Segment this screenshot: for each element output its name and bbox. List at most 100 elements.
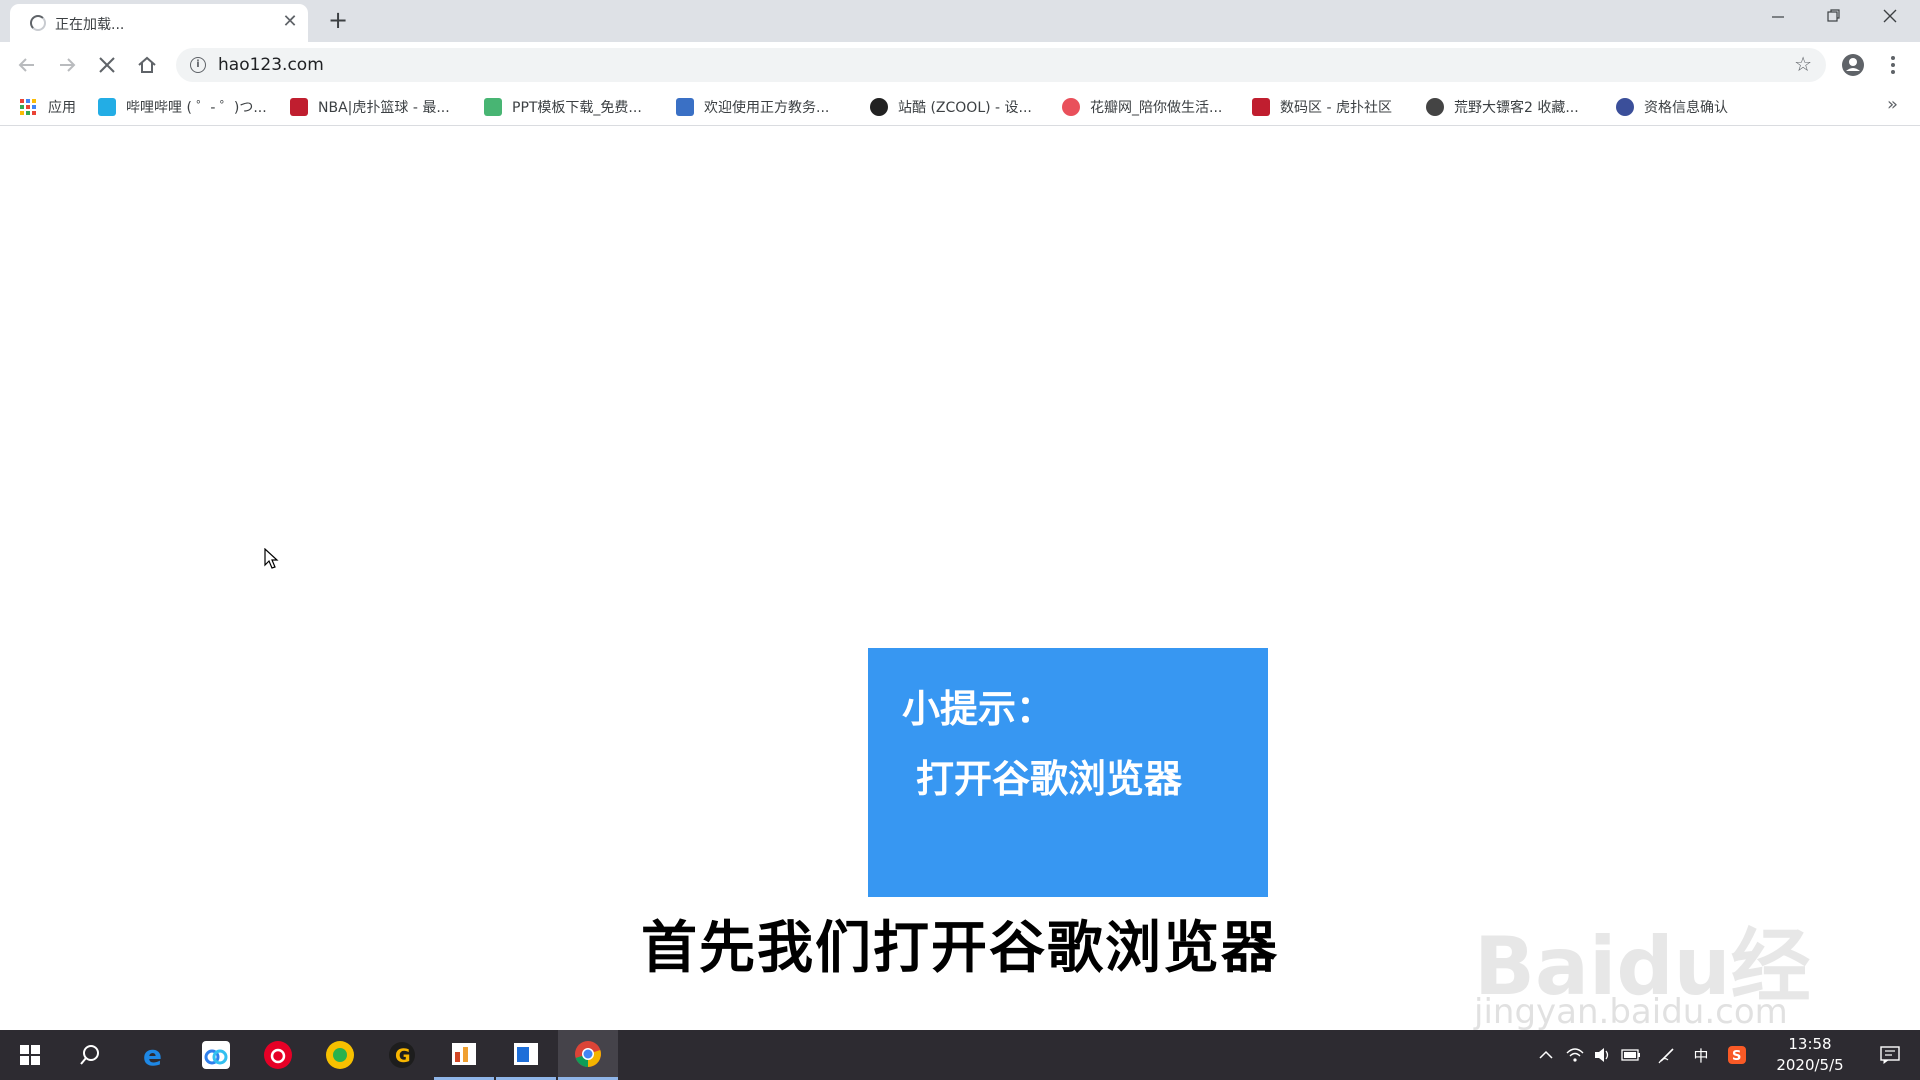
stop-loading-button[interactable] [92, 50, 122, 80]
more-bookmarks-button[interactable]: » [1887, 94, 1898, 115]
bookmark-rdr2[interactable]: 荒野大镖客2 收藏... [1426, 96, 1579, 118]
edge-icon: e [143, 1041, 162, 1069]
speaker-icon [1595, 1048, 1609, 1062]
bookmark-bilibili[interactable]: 哔哩哔哩 ( ゜- ゜)つ... [98, 96, 267, 118]
hupu-icon [1252, 98, 1270, 116]
clock-time: 13:58 [1788, 1035, 1832, 1053]
account-circle-icon [1842, 54, 1864, 76]
taskbar-office[interactable] [434, 1030, 494, 1080]
new-tab-button[interactable]: + [324, 7, 352, 35]
browser-toolbar: i hao123.com ☆ [0, 42, 1920, 88]
hupu-icon [290, 98, 308, 116]
restore-button[interactable] [1806, 0, 1862, 36]
bookmark-zhengfang[interactable]: 欢迎使用正方教务... [676, 96, 829, 118]
network-tray[interactable] [1562, 1030, 1588, 1080]
forward-button[interactable] [52, 50, 82, 80]
taskbar-g-app[interactable]: G [372, 1030, 432, 1080]
bookmark-zcool[interactable]: 站酷 (ZCOOL) - 设... [870, 96, 1032, 118]
tab-active[interactable]: 正在加载... ✕ [10, 4, 308, 42]
star-icon[interactable]: ☆ [1794, 52, 1812, 76]
clock-date: 2020/5/5 [1776, 1056, 1844, 1074]
svg-text:S: S [1732, 1049, 1741, 1064]
bookmark-label: 哔哩哔哩 ( ゜- ゜)つ... [126, 100, 267, 116]
bilibili-icon [98, 98, 116, 116]
address-bar[interactable]: i hao123.com ☆ [176, 48, 1826, 82]
bookmark-hupu-digital[interactable]: 数码区 - 虎扑社区 [1252, 96, 1392, 118]
tab-strip: 正在加载... ✕ + [0, 0, 1920, 42]
taskbar-chrome[interactable] [558, 1030, 618, 1080]
bookmark-apps[interactable]: 应用 [20, 96, 76, 118]
volume-tray[interactable] [1590, 1030, 1616, 1080]
tip-title: 小提示： [902, 687, 1055, 731]
minimize-button[interactable] [1750, 0, 1806, 36]
show-hidden-icons-button[interactable] [1534, 1030, 1558, 1080]
notification-icon [1880, 1046, 1900, 1064]
tip-text: 打开谷歌浏览器 [916, 757, 1183, 801]
svg-text:e: e [143, 1041, 162, 1069]
baidu-watermark: Baidu经验 jingyan.baidu.com [1474, 862, 1834, 1080]
qq-browser-icon [326, 1041, 354, 1069]
info-icon[interactable]: i [190, 57, 206, 73]
bookmark-label: 数码区 - 虎扑社区 [1280, 100, 1392, 116]
bookmark-label: 欢迎使用正方教务... [704, 100, 830, 116]
ime-indicator[interactable]: 中 [1688, 1030, 1714, 1080]
bookmark-ppt[interactable]: PPT模板下载_免费... [484, 96, 642, 118]
wifi-icon [1566, 1048, 1584, 1062]
sogou-tray[interactable]: S [1724, 1030, 1750, 1080]
bookmark-huaban[interactable]: 花瓣网_陪你做生活... [1062, 96, 1222, 118]
windows-taskbar: e G 中 S 13:58 2020/5/5 [0, 1030, 1920, 1080]
battery-icon [1621, 1049, 1640, 1061]
office-icon [452, 1042, 476, 1065]
windows-start-icon [20, 1045, 40, 1065]
bookmark-label: 花瓣网_陪你做生活... [1090, 100, 1223, 116]
minimize-icon [1772, 16, 1784, 18]
search-icon [80, 1045, 99, 1065]
close-window-button[interactable] [1862, 0, 1918, 36]
netease-music-icon [264, 1041, 292, 1069]
close-icon [99, 57, 115, 73]
huaban-icon [1062, 98, 1080, 116]
bookmark-label: 资格信息确认 [1644, 100, 1728, 116]
back-button[interactable] [12, 50, 42, 80]
sogou-icon: S [1728, 1046, 1746, 1064]
apps-grid-icon [20, 99, 36, 115]
taskbar-baidu-netdisk[interactable] [186, 1030, 246, 1080]
restore-icon [1827, 9, 1840, 22]
g-app-icon: G [389, 1042, 415, 1068]
chrome-icon [575, 1040, 601, 1067]
tip-box: 小提示： 打开谷歌浏览器 [868, 648, 1268, 897]
menu-button[interactable] [1878, 50, 1908, 80]
taskbar-qq-browser[interactable] [310, 1030, 370, 1080]
zhengfang-icon [676, 98, 694, 116]
ppt-template-icon [484, 98, 502, 116]
home-icon [138, 56, 156, 73]
taskbar-edge[interactable]: e [124, 1030, 184, 1080]
start-button[interactable] [0, 1030, 60, 1080]
bookmark-label: PPT模板下载_免费... [512, 100, 642, 116]
system-clock[interactable]: 13:58 2020/5/5 [1760, 1034, 1860, 1076]
profile-button[interactable] [1838, 50, 1868, 80]
more-vert-icon [1891, 56, 1895, 74]
bookmark-qualification[interactable]: 资格信息确认 [1616, 96, 1728, 118]
taskbar-document[interactable] [496, 1030, 556, 1080]
bookmark-nba-hupu[interactable]: NBA|虎扑篮球 - 最... [290, 96, 450, 118]
mouse-cursor-icon [264, 548, 279, 569]
taskbar-netease-music[interactable] [248, 1030, 308, 1080]
action-center-button[interactable] [1866, 1030, 1914, 1080]
tab-close-icon[interactable]: ✕ [280, 12, 300, 32]
bookmark-label: 荒野大镖客2 收藏... [1454, 100, 1579, 116]
bookmark-label: 站酷 (ZCOOL) - 设... [898, 100, 1032, 116]
seal-icon [1616, 98, 1634, 116]
loading-spinner-icon [30, 15, 46, 31]
taskbar-search-button[interactable] [60, 1030, 120, 1080]
bookmark-label: 应用 [48, 100, 76, 116]
pen-tray[interactable] [1654, 1030, 1680, 1080]
document-icon [514, 1042, 538, 1065]
home-button[interactable] [132, 50, 162, 80]
chevron-up-icon [1539, 1050, 1553, 1059]
battery-tray[interactable] [1618, 1030, 1644, 1080]
baidu-netdisk-icon [202, 1041, 230, 1069]
watermark-sub: jingyan.baidu.com [1474, 992, 1788, 1032]
url-text[interactable]: hao123.com [218, 55, 324, 75]
tab-title: 正在加载... [55, 17, 125, 33]
